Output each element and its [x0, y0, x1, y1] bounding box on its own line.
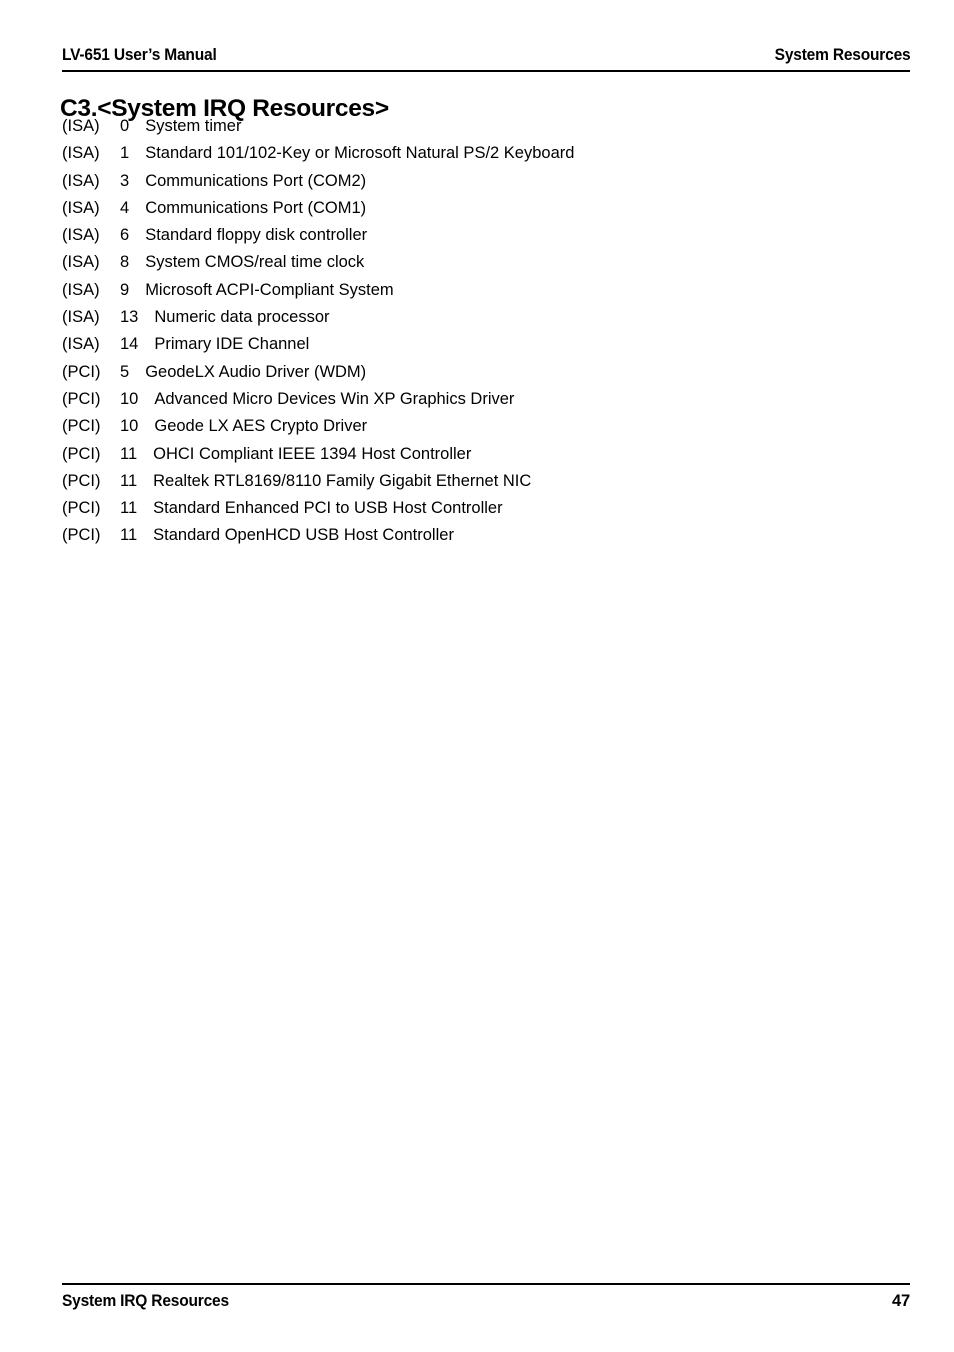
irq-device-description: System timer — [145, 117, 242, 135]
irq-row: (ISA) 3 Communications Port (COM2) — [62, 172, 922, 199]
irq-bus-type: (PCI) — [62, 526, 101, 545]
irq-number: 10 — [120, 417, 139, 436]
irq-device-description: GeodeLX Audio Driver (WDM) — [145, 362, 367, 381]
irq-row: (PCI) 5 GeodeLX Audio Driver (WDM) — [62, 363, 922, 390]
irq-bus-type: (PCI) — [62, 417, 101, 436]
irq-row: (PCI) 10 Advanced Micro Devices Win XP Gra… — [62, 390, 922, 417]
irq-row: (ISA) 8 System CMOS/real time clock — [62, 253, 922, 280]
irq-row: (ISA) 13 Numeric data processor — [62, 308, 922, 335]
irq-number: 14 — [120, 335, 139, 354]
irq-number: 10 — [120, 389, 139, 408]
irq-device-description: Primary IDE Channel — [154, 335, 310, 354]
irq-number: 5 — [120, 362, 130, 381]
irq-bus-type: (PCI) — [62, 362, 101, 381]
irq-device-description: Communications Port (COM2) — [145, 171, 367, 190]
footer-section-name: System IRQ Resources — [62, 1292, 229, 1310]
irq-number: 13 — [120, 308, 139, 327]
irq-row: (ISA) 1 Standard 101/102-Key or Microsoft … — [62, 144, 922, 171]
header-divider — [62, 70, 910, 72]
irq-row: (ISA) 9 Microsoft ACPI-Compliant System — [62, 281, 922, 308]
irq-number: 11 — [120, 499, 138, 518]
irq-number: 4 — [120, 198, 130, 217]
irq-bus-type: (ISA) — [62, 144, 100, 163]
irq-bus-type: (PCI) — [62, 389, 101, 408]
irq-bus-type: (ISA) — [62, 226, 100, 245]
irq-row: (ISA) 14 Primary IDE Channel — [62, 335, 922, 362]
irq-number: 11 — [120, 526, 138, 545]
page-number: 47 — [892, 1292, 910, 1310]
irq-number: 8 — [120, 253, 130, 272]
header-manual-title: LV-651 User’s Manual — [62, 46, 217, 64]
irq-device-description: Standard floppy disk controller — [145, 226, 368, 245]
irq-device-description: Standard Enhanced PCI to USB Host Contro… — [153, 499, 503, 518]
irq-bus-type: (PCI) — [62, 444, 101, 463]
irq-row: (ISA) 6 Standard floppy disk controller — [62, 226, 922, 253]
irq-row: (ISA) 4 Communications Port (COM1) — [62, 199, 922, 226]
irq-bus-type: (ISA) — [62, 117, 100, 135]
irq-bus-type: (PCI) — [62, 471, 101, 490]
irq-row: (PCI) 11 Standard OpenHCD USB Host Control… — [62, 526, 922, 553]
irq-number: 0 — [120, 117, 130, 135]
irq-number: 9 — [120, 280, 130, 299]
irq-number: 11 — [120, 471, 138, 490]
irq-device-description: Standard 101/102-Key or Microsoft Natura… — [145, 144, 575, 163]
irq-row: (ISA) 0 System timer — [62, 117, 922, 144]
irq-bus-type: (ISA) — [62, 253, 100, 272]
footer-divider — [62, 1283, 910, 1285]
irq-row: (PCI) 11 OHCI Compliant IEEE 1394 Host Con… — [62, 445, 922, 472]
running-header: LV-651 User’s Manual System Resources — [62, 46, 910, 65]
irq-device-description: Geode LX AES Crypto Driver — [154, 417, 368, 436]
irq-bus-type: (ISA) — [62, 280, 100, 299]
irq-number: 1 — [120, 144, 130, 163]
irq-bus-type: (ISA) — [62, 171, 100, 190]
irq-row: (PCI) 10 Geode LX AES Crypto Driver — [62, 417, 922, 444]
irq-device-description: Numeric data processor — [154, 308, 330, 327]
irq-device-description: Realtek RTL8169/8110 Family Gigabit Ethe… — [153, 471, 532, 490]
irq-device-description: System CMOS/real time clock — [145, 253, 365, 272]
irq-row: (PCI) 11 Standard Enhanced PCI to USB Host… — [62, 499, 922, 526]
irq-device-description: Standard OpenHCD USB Host Controller — [153, 526, 454, 545]
irq-number: 6 — [120, 226, 130, 245]
running-footer: System IRQ Resources 47 — [62, 1292, 910, 1311]
irq-row: (PCI) 11 Realtek RTL8169/8110 Family Gigab… — [62, 472, 922, 499]
irq-device-description: Advanced Micro Devices Win XP Graphics D… — [154, 389, 515, 408]
irq-bus-type: (ISA) — [62, 308, 100, 327]
irq-resources-list: (ISA) 0 System timer (ISA) 1 Standard 101/102… — [62, 117, 922, 554]
header-section-name: System Resources — [774, 46, 910, 64]
manual-page: LV-651 User’s Manual System Resources C3… — [0, 0, 954, 1352]
irq-device-description: Communications Port (COM1) — [145, 198, 367, 217]
irq-number: 11 — [120, 444, 138, 463]
irq-number: 3 — [120, 171, 130, 190]
irq-bus-type: (ISA) — [62, 335, 100, 354]
irq-bus-type: (PCI) — [62, 499, 101, 518]
irq-bus-type: (ISA) — [62, 198, 100, 217]
irq-device-description: OHCI Compliant IEEE 1394 Host Controller — [153, 444, 472, 463]
irq-device-description: Microsoft ACPI-Compliant System — [145, 280, 394, 299]
